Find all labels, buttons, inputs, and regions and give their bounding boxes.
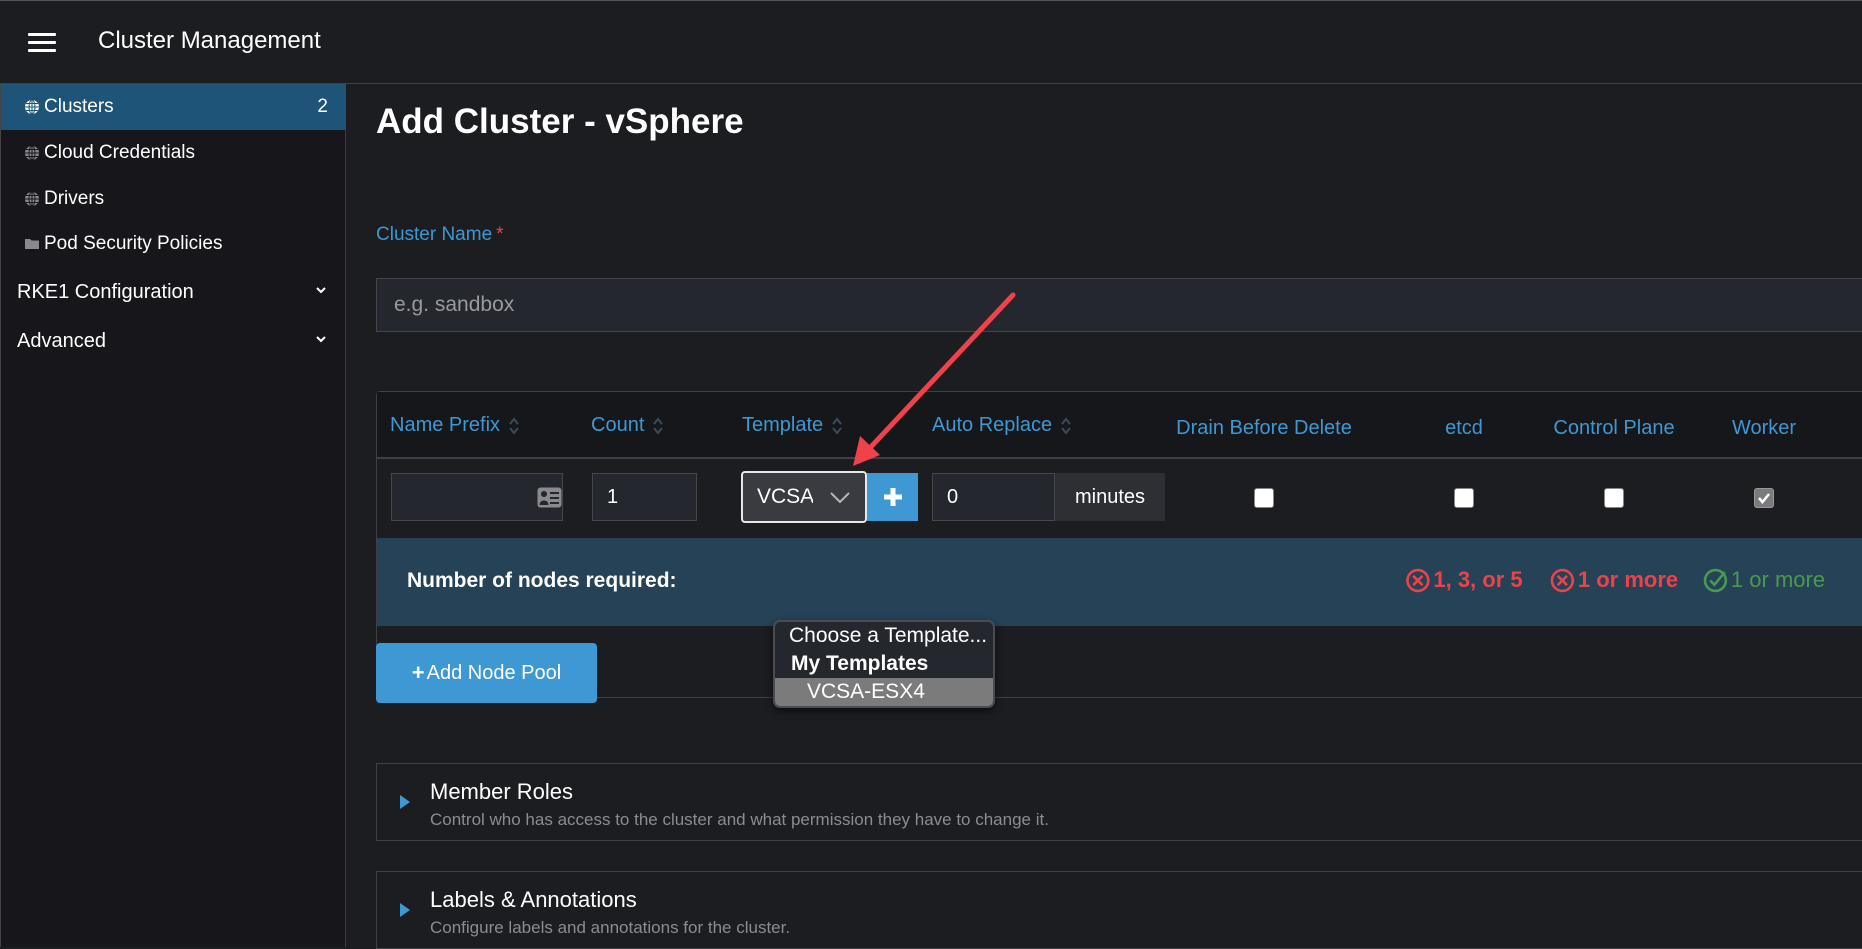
sort-icon — [832, 416, 842, 435]
column-header-worker: Worker — [1732, 417, 1796, 440]
section-title: Member Roles — [430, 779, 574, 804]
id-card-icon[interactable] — [537, 487, 562, 508]
cluster-name-label: Cluster Name * — [376, 224, 504, 246]
name-prefix-input[interactable] — [391, 473, 563, 521]
top-bar: Cluster Management — [0, 0, 1862, 84]
check-circle-icon — [1703, 568, 1728, 592]
dropdown-option-placeholder[interactable]: Choose a Template... — [775, 622, 993, 650]
chevron-down-icon — [316, 287, 326, 294]
worker-checkbox[interactable] — [1754, 488, 1774, 508]
add-template-button[interactable] — [867, 473, 918, 521]
sidebar-group-advanced[interactable]: Advanced — [1, 319, 346, 363]
app-title: Cluster Management — [98, 27, 321, 54]
main-content: Add Cluster - vSphere Cluster Name* Name… — [347, 84, 1862, 949]
column-label: Auto Replace — [932, 414, 1053, 436]
count-input[interactable] — [592, 473, 697, 521]
sidebar-item-label: Clusters — [44, 96, 114, 117]
folder-icon — [25, 239, 39, 249]
column-header-template[interactable]: Template — [742, 414, 843, 437]
table-row: VCSA-ESX4 minutes — [377, 459, 1862, 538]
add-node-pool-button[interactable]: + Add Node Pool — [376, 643, 597, 703]
section-title: Labels & Annotations — [430, 887, 637, 912]
column-label: Control Plane — [1553, 417, 1675, 439]
section-description: Configure labels and annotations for the… — [430, 918, 791, 937]
sidebar-item-label: Drivers — [44, 188, 105, 209]
column-header-count[interactable]: Count — [591, 414, 664, 437]
auto-replace-unit: minutes — [1055, 473, 1165, 521]
globe-icon — [25, 191, 39, 207]
template-dropdown-menu: Choose a Template... My Templates VCSA-E… — [773, 620, 995, 708]
requirement-text: 1, 3, or 5 — [1433, 567, 1523, 592]
control-plane-requirement: 1 or more — [1550, 567, 1678, 593]
plus-icon — [883, 488, 902, 506]
sidebar-item-label: Cloud Credentials — [44, 142, 196, 163]
chevron-down-icon — [830, 492, 850, 504]
template-select[interactable]: VCSA-ESX4 — [741, 471, 867, 523]
required-marker: * — [496, 224, 504, 245]
column-header-name-prefix[interactable]: Name Prefix — [390, 414, 520, 437]
clusters-count-badge: 2 — [317, 96, 328, 117]
worker-requirement: 1 or more — [1703, 567, 1825, 593]
table-header: Name Prefix Count Template Auto Replace … — [377, 392, 1862, 459]
sidebar-item-pod-security-policies[interactable]: Pod Security Policies — [1, 221, 346, 267]
dropdown-group-label: My Templates — [791, 652, 929, 675]
globe-icon — [25, 99, 39, 115]
sort-icon — [653, 416, 664, 435]
error-circle-icon — [1550, 568, 1575, 592]
sidebar-group-label: Advanced — [17, 329, 106, 352]
column-header-etcd: etcd — [1445, 417, 1483, 440]
sidebar: Clusters 2 Cloud Credentials Drivers Pod… — [0, 84, 346, 947]
caret-right-icon — [400, 903, 410, 917]
column-label: Drain Before Delete — [1176, 417, 1352, 439]
etcd-checkbox[interactable] — [1454, 488, 1474, 508]
page-title: Add Cluster - vSphere — [376, 102, 744, 141]
node-pool-table: Name Prefix Count Template Auto Replace … — [376, 391, 1862, 708]
section-description: Control who has access to the cluster an… — [430, 810, 1049, 829]
sort-icon — [1061, 416, 1071, 435]
checkmark-icon — [1758, 493, 1770, 504]
error-circle-icon — [1406, 568, 1430, 592]
nodes-required-label: Number of nodes required: — [407, 569, 677, 592]
cluster-name-label-text: Cluster Name — [376, 224, 493, 245]
sidebar-group-label: RKE1 Configuration — [17, 280, 194, 303]
sidebar-group-rke1-configuration[interactable]: RKE1 Configuration — [1, 270, 346, 314]
globe-icon — [25, 145, 39, 161]
column-label: Count — [591, 414, 645, 436]
hamburger-menu-icon[interactable] — [28, 33, 56, 53]
column-label: Template — [742, 414, 824, 436]
cluster-name-input[interactable] — [376, 278, 1862, 332]
requirement-text: 1 or more — [1577, 567, 1679, 592]
labels-annotations-section[interactable]: Labels & Annotations Configure labels an… — [376, 871, 1862, 949]
sidebar-item-clusters[interactable]: Clusters 2 — [1, 84, 346, 130]
dropdown-option-vcsa-esx4[interactable]: VCSA-ESX4 — [775, 678, 993, 706]
control-plane-checkbox[interactable] — [1604, 488, 1624, 508]
sidebar-item-label: Pod Security Policies — [44, 233, 223, 254]
auto-replace-input[interactable] — [932, 473, 1055, 521]
requirement-text: 1 or more — [1730, 567, 1826, 592]
column-label: Name Prefix — [390, 414, 501, 436]
sidebar-item-drivers[interactable]: Drivers — [1, 176, 346, 222]
column-label: etcd — [1445, 417, 1483, 439]
column-header-auto-replace[interactable]: Auto Replace — [932, 414, 1072, 437]
caret-right-icon — [400, 795, 410, 809]
button-label: Add Node Pool — [426, 661, 562, 684]
nodes-required-row: Number of nodes required: 1, 3, or 5 1 o… — [377, 538, 1862, 626]
plus-icon: + — [411, 660, 425, 685]
sort-icon — [509, 416, 519, 435]
column-label: Worker — [1731, 417, 1797, 439]
column-header-control-plane: Control Plane — [1553, 417, 1674, 440]
chevron-down-icon — [316, 336, 326, 343]
etcd-requirement: 1, 3, or 5 — [1405, 567, 1523, 593]
template-select-value: VCSA-ESX4 — [757, 485, 813, 508]
member-roles-section[interactable]: Member Roles Control who has access to t… — [376, 763, 1862, 841]
column-header-drain-before-delete: Drain Before Delete — [1176, 417, 1352, 440]
drain-before-delete-checkbox[interactable] — [1254, 488, 1274, 508]
sidebar-item-cloud-credentials[interactable]: Cloud Credentials — [1, 130, 346, 176]
